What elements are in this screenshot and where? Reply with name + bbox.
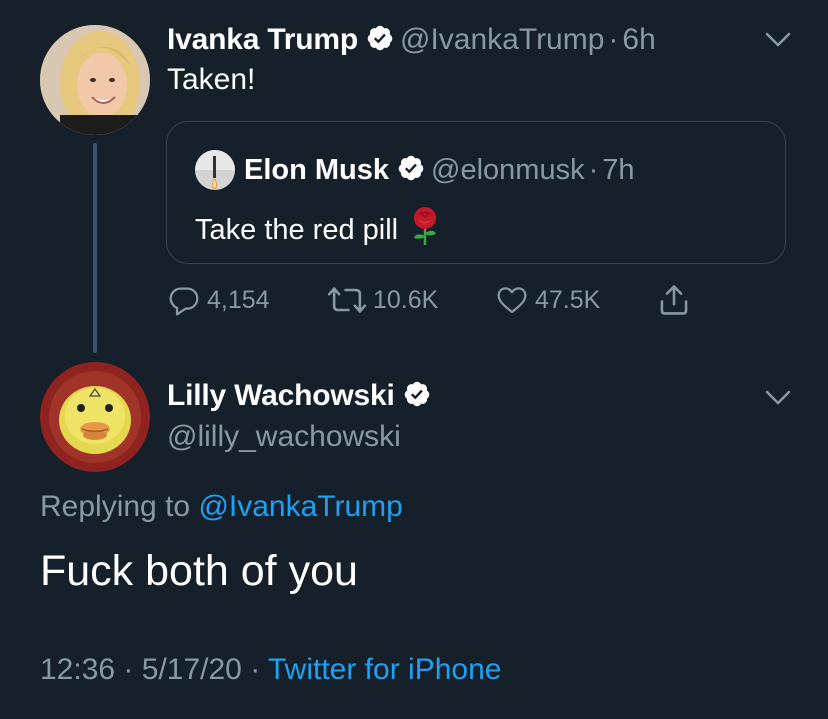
quoted-author-handle[interactable]: @elonmusk: [431, 154, 585, 187]
reply-tweet-header: Lilly Wachowski: [167, 376, 437, 416]
separator-dot: ·: [250, 653, 261, 686]
reply-author-handle[interactable]: @lilly_wachowski: [167, 420, 401, 454]
tweet-timestamp-time: 12:36: [40, 653, 116, 686]
heart-icon: [497, 287, 527, 314]
chevron-down-icon[interactable]: [765, 390, 791, 406]
verified-badge-icon: [403, 380, 431, 413]
quoted-author-name[interactable]: Elon Musk: [244, 154, 389, 187]
verified-badge-icon: [397, 154, 425, 187]
replying-to-handle-link[interactable]: @IvankaTrump: [198, 490, 402, 523]
like-button[interactable]: 47.5K: [495, 282, 600, 318]
quoted-tweet-card[interactable]: Elon Musk @elonmusk · 7h Take the red pi…: [166, 121, 786, 264]
tweet-thread-screen: Ivanka Trump @IvankaTrump · 6h Taken! El…: [0, 0, 828, 719]
reply-count: 4,154: [207, 285, 270, 314]
reply-author-name[interactable]: Lilly Wachowski: [167, 379, 395, 413]
chevron-down-icon[interactable]: [765, 32, 791, 48]
separator-dot: ·: [608, 23, 619, 56]
like-count: 47.5K: [535, 285, 601, 314]
rose-emoji-icon: [408, 206, 442, 254]
quoted-tweet-text: Take the red pill: [195, 213, 399, 246]
quoted-tweet-header: Elon Musk @elonmusk · 7h: [244, 150, 635, 190]
rocket-launch-avatar-icon: [195, 150, 235, 190]
ivanka-avatar[interactable]: [40, 25, 150, 135]
replying-to-line: Replying to @IvankaTrump: [40, 490, 403, 524]
share-icon: [660, 285, 688, 315]
tweet-source-link[interactable]: Twitter for iPhone: [268, 653, 501, 686]
quoted-tweet-time: 7h: [602, 153, 635, 186]
tweet-time[interactable]: 6h: [622, 23, 655, 57]
tweet-timestamp-date: 5/17/20: [141, 653, 242, 686]
retweet-icon: [327, 287, 367, 313]
yellow-duck-avatar-icon: [40, 362, 150, 472]
separator-dot: ·: [123, 653, 134, 686]
reply-tweet-text: Fuck both of you: [40, 547, 358, 595]
verified-badge-icon: [366, 24, 394, 57]
parent-tweet-text: Taken!: [167, 63, 256, 96]
author-handle[interactable]: @IvankaTrump: [400, 23, 604, 57]
share-button[interactable]: [657, 282, 691, 318]
elon-avatar: [195, 150, 235, 190]
parent-tweet-header: Ivanka Trump @IvankaTrump · 6h: [167, 20, 656, 60]
author-name[interactable]: Ivanka Trump: [167, 23, 358, 57]
thread-connector-line: [93, 143, 97, 353]
quoted-tweet-text-row: Take the red pill: [195, 206, 442, 254]
profile-photo-icon: [40, 25, 150, 135]
tweet-meta-line: 12:36 · 5/17/20 · Twitter for iPhone: [40, 653, 501, 687]
reply-button[interactable]: 4,154: [167, 282, 270, 318]
retweet-button[interactable]: 10.6K: [327, 282, 438, 318]
replying-prefix: Replying to: [40, 490, 191, 523]
retweet-count: 10.6K: [373, 285, 439, 314]
separator-dot: ·: [588, 153, 599, 186]
reply-bubble-icon: [169, 287, 199, 316]
lilly-avatar[interactable]: [40, 362, 150, 472]
